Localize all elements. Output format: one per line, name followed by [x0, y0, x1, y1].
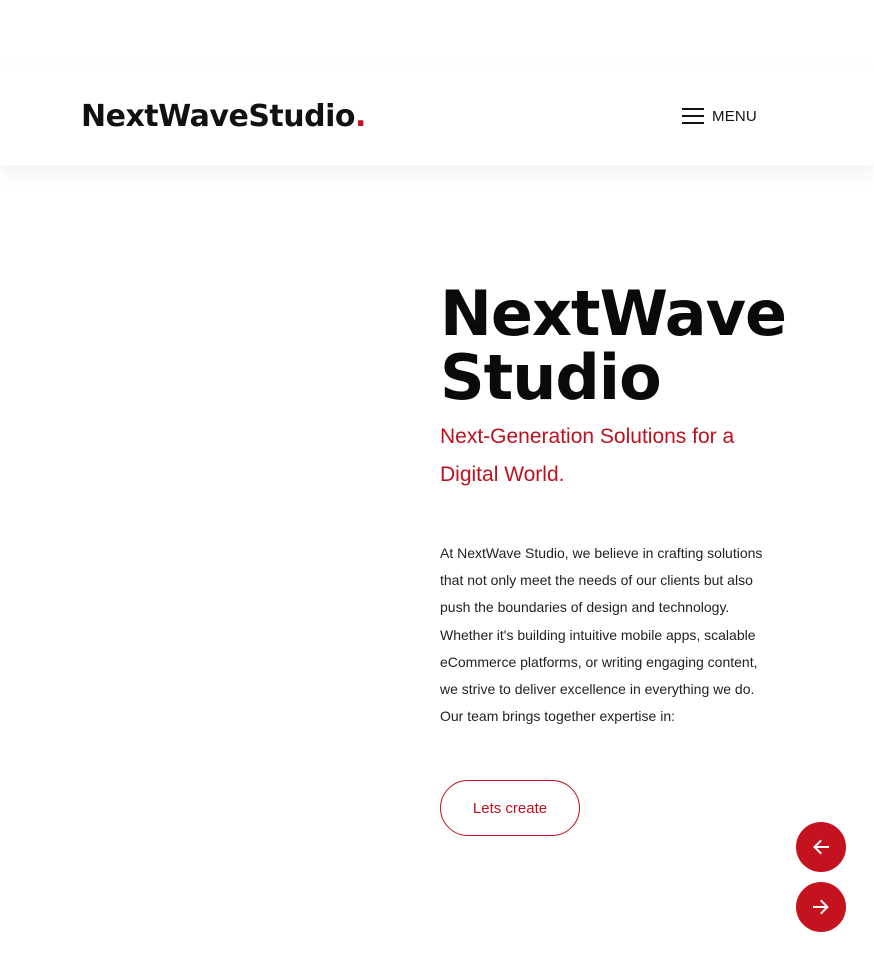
hero-title-line-2: Studio: [440, 341, 662, 414]
menu-button[interactable]: MENU: [682, 104, 757, 128]
hero-title: NextWave Studio: [440, 282, 840, 410]
hamburger-icon: [682, 108, 704, 124]
previous-slide-button[interactable]: [796, 822, 846, 872]
logo-dot: .: [355, 99, 366, 134]
lets-create-button[interactable]: Lets create: [440, 780, 580, 836]
arrow-left-icon: [813, 839, 829, 855]
menu-label: MENU: [712, 107, 757, 125]
next-slide-button[interactable]: [796, 882, 846, 932]
logo-text: NextWaveStudio: [81, 99, 356, 134]
arrow-right-icon: [813, 899, 829, 915]
hero-subtitle: Next-Generation Solutions for a Digital …: [440, 425, 735, 486]
logo[interactable]: NextWaveStudio.: [81, 97, 366, 137]
hero-body-text: At NextWave Studio, we believe in crafti…: [440, 545, 763, 725]
hero-title-line-1: NextWave: [440, 277, 787, 350]
